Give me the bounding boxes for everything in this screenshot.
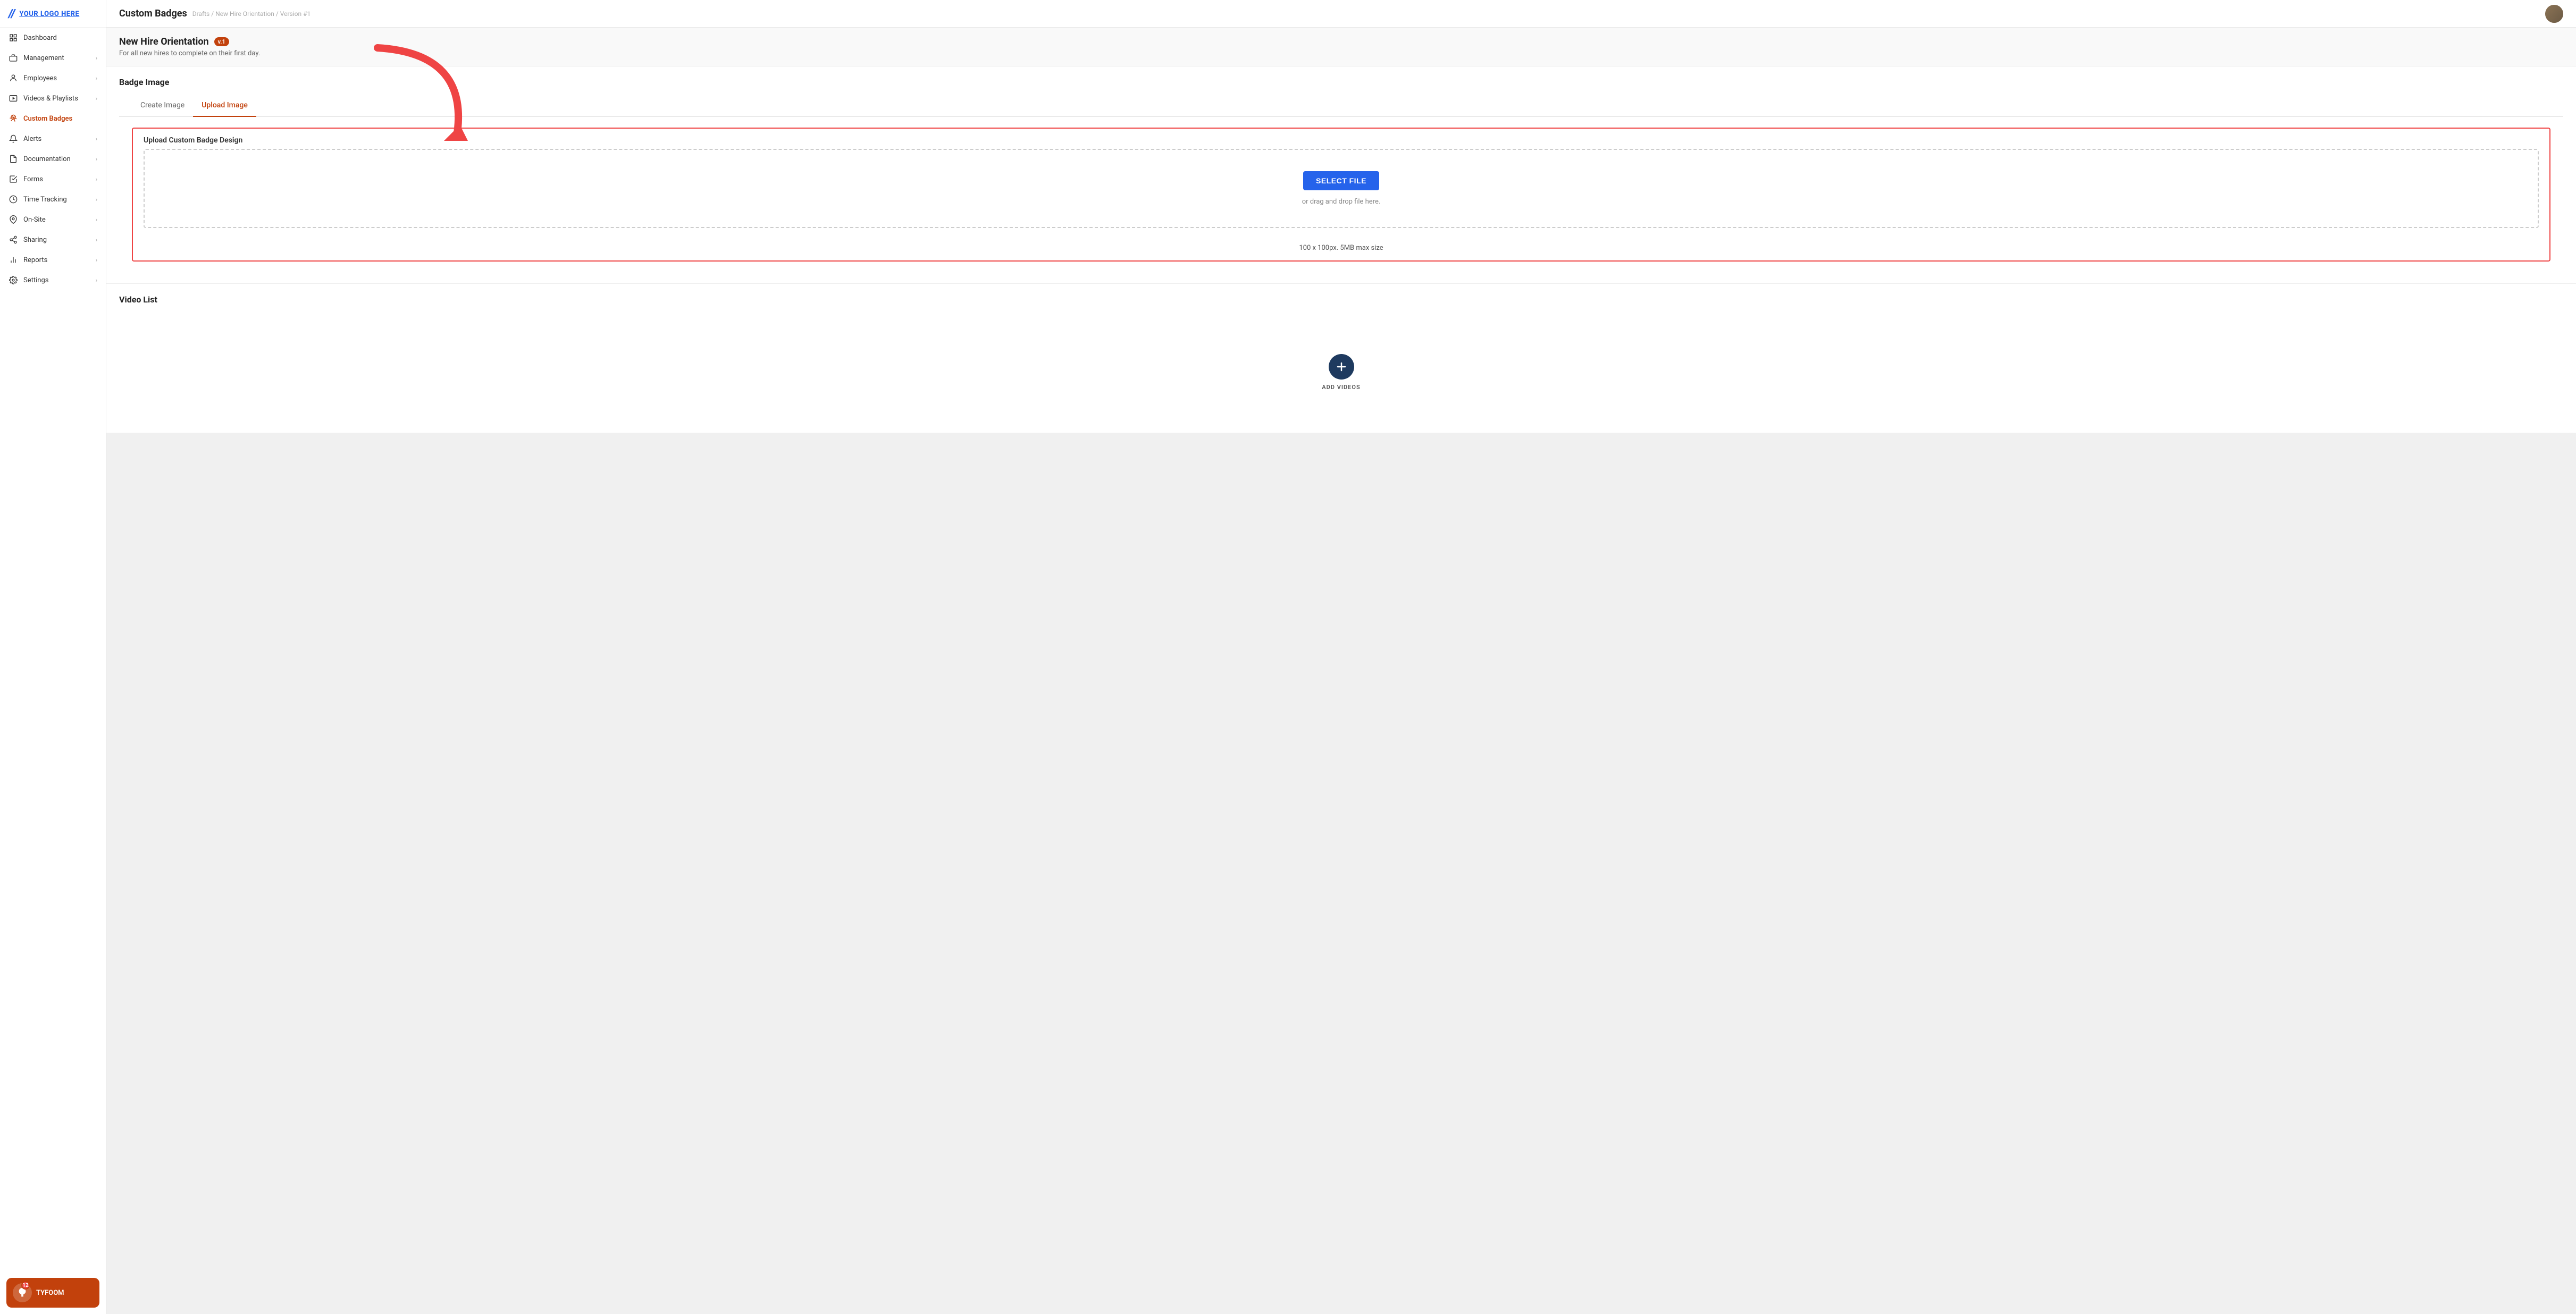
nav-label-sharing: Sharing (23, 236, 90, 244)
upload-dropzone[interactable]: SELECT FILE or drag and drop file here. (144, 149, 2539, 228)
upload-section: Upload Custom Badge Design SELECT FILE o… (119, 117, 2563, 272)
header-left: Custom Badges Drafts / New Hire Orientat… (119, 8, 311, 19)
main-content: Custom Badges Drafts / New Hire Orientat… (106, 0, 2576, 1314)
nav-label-alerts: Alerts (23, 135, 90, 143)
badge-image-title: Badge Image (119, 77, 2563, 87)
nav-item-sharing[interactable]: Sharing › (0, 230, 106, 250)
share-icon (9, 235, 18, 245)
badge-detail-header: New Hire Orientation v.1 For all new hir… (106, 28, 2576, 66)
nav-label-documentation: Documentation (23, 155, 90, 163)
chevron-icon-management: › (96, 55, 97, 62)
tyfoom-label: TYFOOM (36, 1289, 64, 1297)
briefcase-icon (9, 53, 18, 63)
chart-icon (9, 255, 18, 265)
top-header: Custom Badges Drafts / New Hire Orientat… (106, 0, 2576, 28)
nav-item-settings[interactable]: Settings › (0, 270, 106, 290)
tab-upload-image[interactable]: Upload Image (193, 95, 256, 117)
chevron-icon-sharing: › (96, 237, 97, 243)
page-title: Custom Badges (119, 8, 187, 19)
nav-item-custom-badges[interactable]: Custom Badges (0, 108, 106, 129)
nav-label-custom-badges: Custom Badges (23, 115, 97, 123)
user-avatar[interactable] (2545, 5, 2563, 23)
nav-label-management: Management (23, 54, 90, 62)
chevron-icon-time-tracking: › (96, 196, 97, 203)
version-badge: v.1 (214, 37, 229, 46)
nav-item-documentation[interactable]: Documentation › (0, 149, 106, 169)
logo-text: YOUR LOGO HERE (19, 10, 79, 18)
nav-item-employees[interactable]: Employees › (0, 68, 106, 88)
clock-icon (9, 195, 18, 204)
badge-image-section: Badge Image Create Image Upload Image Up… (106, 66, 2576, 283)
select-file-button[interactable]: SELECT FILE (1303, 171, 1379, 190)
tyfoom-notification[interactable]: 12 TYFOOM (6, 1278, 99, 1308)
size-info: 100 x 100px. 5MB max size (133, 239, 2549, 260)
nav-label-reports: Reports (23, 256, 90, 264)
add-videos-button[interactable] (1329, 354, 1354, 380)
nav-item-forms[interactable]: Forms › (0, 169, 106, 189)
nav-label-settings: Settings (23, 276, 90, 284)
add-videos-area: ADD VIDEOS (119, 312, 2563, 422)
nav-menu: Dashboard Management › Employees › Video… (0, 28, 106, 290)
tab-create-image[interactable]: Create Image (132, 95, 193, 117)
chevron-icon-employees: › (96, 75, 97, 82)
content-area: New Hire Orientation v.1 For all new hir… (106, 28, 2576, 1314)
upload-box-title: Upload Custom Badge Design (133, 129, 2549, 149)
chevron-icon-on-site: › (96, 216, 97, 223)
nav-label-on-site: On-Site (23, 216, 90, 224)
image-tabs: Create Image Upload Image (119, 95, 2563, 117)
notification-badge: 12 (21, 1281, 30, 1290)
chevron-icon-videos-playlists: › (96, 95, 97, 102)
video-list-section: Video List ADD VIDEOS (106, 284, 2576, 433)
badge-name: New Hire Orientation (119, 36, 209, 47)
sidebar-bottom: 12 TYFOOM (0, 1271, 106, 1314)
nav-item-alerts[interactable]: Alerts › (0, 129, 106, 149)
chevron-icon-forms: › (96, 176, 97, 183)
nav-item-dashboard[interactable]: Dashboard (0, 28, 106, 48)
logo[interactable]: // YOUR LOGO HERE (0, 0, 106, 28)
nav-label-time-tracking: Time Tracking (23, 196, 90, 204)
gear-icon (9, 275, 18, 285)
nav-item-videos-playlists[interactable]: Videos & Playlists › (0, 88, 106, 108)
logo-icon: // (9, 7, 15, 21)
breadcrumb: Drafts / New Hire Orientation / Version … (192, 10, 311, 18)
video-list-title: Video List (119, 294, 2563, 305)
bell-icon (9, 134, 18, 144)
form-icon (9, 174, 18, 184)
chevron-icon-documentation: › (96, 156, 97, 163)
chevron-icon-alerts: › (96, 136, 97, 142)
chevron-icon-settings: › (96, 277, 97, 284)
badge-icon (9, 114, 18, 123)
nav-item-time-tracking[interactable]: Time Tracking › (0, 189, 106, 209)
nav-item-management[interactable]: Management › (0, 48, 106, 68)
grid-icon (9, 33, 18, 43)
person-icon (9, 73, 18, 83)
add-videos-label: ADD VIDEOS (1322, 384, 1360, 391)
drag-drop-text: or drag and drop file here. (1302, 198, 1381, 206)
doc-icon (9, 154, 18, 164)
chevron-icon-reports: › (96, 257, 97, 264)
badge-title-row: New Hire Orientation v.1 (119, 36, 2563, 47)
sidebar: // YOUR LOGO HERE Dashboard Management ›… (0, 0, 106, 1314)
badge-description: For all new hires to complete on their f… (119, 49, 2563, 57)
upload-box: Upload Custom Badge Design SELECT FILE o… (132, 128, 2550, 262)
nav-label-employees: Employees (23, 74, 90, 82)
location-icon (9, 215, 18, 224)
nav-item-on-site[interactable]: On-Site › (0, 209, 106, 230)
avatar-image (2545, 5, 2563, 23)
play-icon (9, 94, 18, 103)
nav-item-reports[interactable]: Reports › (0, 250, 106, 270)
nav-label-forms: Forms (23, 175, 90, 183)
nav-label-videos-playlists: Videos & Playlists (23, 95, 90, 103)
nav-label-dashboard: Dashboard (23, 34, 97, 42)
